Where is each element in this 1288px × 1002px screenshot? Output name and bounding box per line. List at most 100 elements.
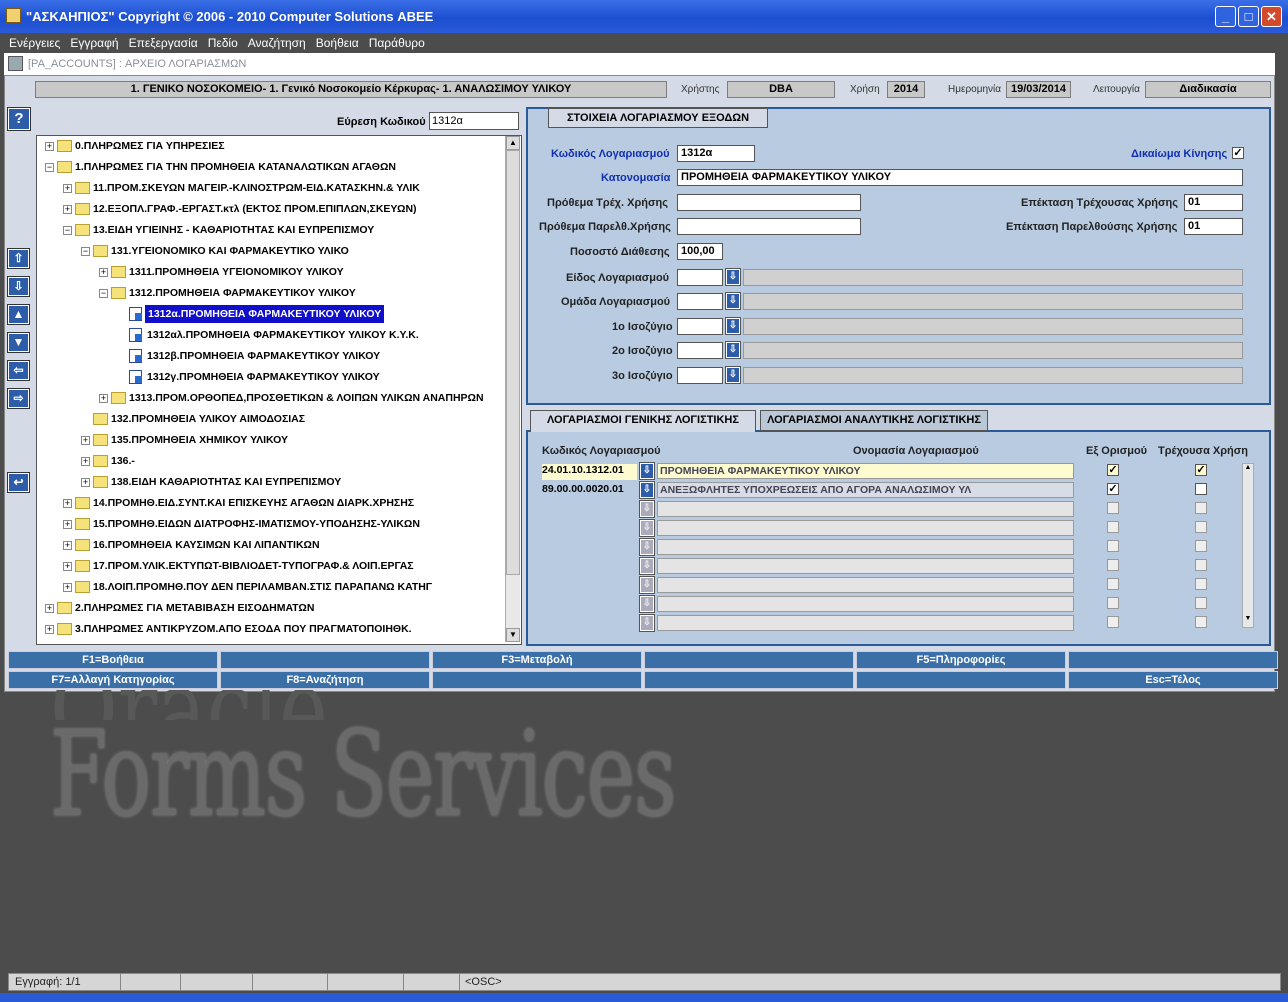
arrow-down-icon[interactable]: ⇩ (7, 276, 30, 297)
prefix-current-field[interactable] (677, 194, 861, 211)
tree-folder[interactable]: +17.ΠΡΟΜ.ΥΛΙΚ.ΕΚΤΥΠΩΤ-ΒΙΒΛΙΟΔΕΤ-ΤΥΠΟΓΡΑΦ… (37, 557, 505, 575)
expand-icon[interactable]: + (63, 184, 72, 193)
ext-current-field[interactable]: 01 (1184, 194, 1243, 211)
tree-folder[interactable]: +2.ΠΛΗΡΩΜΕΣ ΓΙΑ ΜΕΤΑΒΙΒΑΣΗ ΕΙΣΟΔΗΜΑΤΩΝ (37, 599, 505, 617)
tree-folder[interactable]: +18.ΛΟΙΠ.ΠΡΟΜΗΘ.ΠΟΥ ΔΕΝ ΠΕΡΙΛΑΜΒΑΝ.ΣΤΙΣ … (37, 578, 505, 596)
menu-window[interactable]: Παράθυρο (369, 36, 425, 50)
tree-leaf[interactable]: 1312αλ.ΠΡΟΜΗΘΕΙΑ ΦΑΡΜΑΚΕΥΤΙΚΟΥ ΥΛΙΚΟΥ Κ.… (37, 326, 505, 344)
acc-current-checkbox[interactable] (1195, 597, 1207, 609)
move-right-checkbox[interactable]: ✓ (1232, 147, 1244, 159)
expand-icon[interactable]: + (63, 499, 72, 508)
expand-icon[interactable]: + (63, 205, 72, 214)
acc-code-cell[interactable] (542, 559, 637, 575)
tab-general-accounts[interactable]: ΛΟΓΑΡΙΑΣΜΟΙ ΓΕΝΙΚΗΣ ΛΟΓΙΣΤΙΚΗΣ (530, 410, 756, 432)
accounts-scrollbar[interactable]: ▲ ▼ (1242, 463, 1254, 628)
menu-search[interactable]: Αναζήτηση (248, 36, 306, 50)
prev-record-icon[interactable]: ▲ (7, 304, 30, 325)
tree-folder[interactable]: +135.ΠΡΟΜΗΘΕΙΑ ΧΗΜΙΚΟΥ ΥΛΙΚΟΥ (37, 431, 505, 449)
collapse-icon[interactable]: − (81, 247, 90, 256)
balance3-field[interactable] (677, 367, 723, 384)
acc-code-cell[interactable] (542, 578, 637, 594)
account-type-field[interactable] (677, 269, 723, 286)
acc-name-cell[interactable] (657, 520, 1074, 536)
expand-icon[interactable]: + (81, 436, 90, 445)
arrow-up-icon[interactable]: ⇧ (7, 248, 30, 269)
expand-icon[interactable]: + (99, 268, 108, 277)
ext-previous-field[interactable]: 01 (1184, 218, 1243, 235)
balance1-field[interactable] (677, 318, 723, 335)
account-group-field[interactable] (677, 293, 723, 310)
tree-folder[interactable]: +138.ΕΙΔΗ ΚΑΘΑΡΙΟΤΗΤΑΣ ΚΑΙ ΕΥΠΡΕΠΙΣΜΟΥ (37, 473, 505, 491)
acc-code-cell[interactable] (542, 502, 637, 518)
balance1-lov-icon[interactable]: ⇩ (725, 317, 741, 335)
acc-lov-icon[interactable]: ⇩ (639, 462, 655, 480)
acc-name-cell[interactable] (657, 577, 1074, 593)
percent-field[interactable]: 100,00 (677, 243, 723, 260)
tree-leaf[interactable]: 1312β.ΠΡΟΜΗΘΕΙΑ ΦΑΡΜΑΚΕΥΤΙΚΟΥ ΥΛΙΚΟΥ (37, 347, 505, 365)
expand-icon[interactable]: + (63, 520, 72, 529)
code-field[interactable]: 1312α (677, 145, 755, 162)
fkey-1-3[interactable]: F3=Μεταβολή (432, 651, 642, 669)
tree-leaf[interactable]: 1312γ.ΠΡΟΜΗΘΕΙΑ ΦΑΡΜΑΚΕΥΤΙΚΟΥ ΥΛΙΚΟΥ (37, 368, 505, 386)
balance3-lov-icon[interactable]: ⇩ (725, 366, 741, 384)
help-icon[interactable]: ? (7, 107, 31, 131)
tree-folder[interactable]: +12.ΕΞΟΠΛ.ΓΡΑΦ.-ΕΡΓΑΣΤ.κτλ (ΕΚΤΟΣ ΠΡΟΜ.Ε… (37, 200, 505, 218)
acc-default-checkbox[interactable]: ✓ (1107, 464, 1119, 476)
acc-lov-icon[interactable]: ⇩ (639, 500, 655, 518)
tree-folder[interactable]: +136.- (37, 452, 505, 470)
acc-name-cell[interactable] (657, 558, 1074, 574)
prefix-previous-field[interactable] (677, 218, 861, 235)
balance2-lov-icon[interactable]: ⇩ (725, 341, 741, 359)
tree-folder[interactable]: +1311.ΠΡΟΜΗΘΕΙΑ ΥΓΕΙΟΝΟΜΙΚΟΥ ΥΛΙΚΟΥ (37, 263, 505, 281)
acc-name-cell[interactable] (657, 615, 1074, 631)
expand-icon[interactable]: + (99, 394, 108, 403)
acc-lov-icon[interactable]: ⇩ (639, 538, 655, 556)
tree-folder[interactable]: − 131.ΥΓΕΙΟΝΟΜΙΚΟ ΚΑΙ ΦΑΡΜΑΚΕΥΤΙΚΟ ΥΛΙΚΟ (37, 242, 505, 260)
acc-code-cell[interactable] (542, 616, 637, 632)
acc-name-cell[interactable] (657, 539, 1074, 555)
expand-icon[interactable]: + (45, 604, 54, 613)
menu-field[interactable]: Πεδίο (208, 36, 238, 50)
fkey-1-1[interactable]: F1=Βοήθεια (8, 651, 218, 669)
account-group-lov-icon[interactable]: ⇩ (725, 292, 741, 310)
acc-lov-icon[interactable]: ⇩ (639, 595, 655, 613)
tree-folder[interactable]: +1313.ΠΡΟΜ.ΟΡΘΟΠΕΔ,ΠΡΟΣΘΕΤΙΚΩΝ & ΛΟΙΠΩΝ … (37, 389, 505, 407)
tree-scroll-thumb[interactable] (506, 150, 520, 575)
tree-folder[interactable]: +0.ΠΛΗΡΩΜΕΣ ΓΙΑ ΥΠΗΡΕΣΙΕΣ (37, 137, 505, 155)
acc-default-checkbox[interactable] (1107, 597, 1119, 609)
acc-default-checkbox[interactable] (1107, 616, 1119, 628)
acc-name-cell[interactable]: ΠΡΟΜΗΘΕΙΑ ΦΑΡΜΑΚΕΥΤΙΚΟΥ ΥΛΙΚΟΥ (657, 463, 1074, 479)
acc-code-cell[interactable]: 89.00.00.0020.01 (542, 483, 637, 499)
arrow-left-icon[interactable]: ⇦ (7, 360, 30, 381)
search-input[interactable]: 1312α (429, 112, 519, 130)
tree-folder[interactable]: − 1312.ΠΡΟΜΗΘΕΙΑ ΦΑΡΜΑΚΕΥΤΙΚΟΥ ΥΛΙΚΟΥ (37, 284, 505, 302)
expand-icon[interactable]: + (63, 583, 72, 592)
acc-lov-icon[interactable]: ⇩ (639, 519, 655, 537)
menu-help[interactable]: Βοήθεια (316, 36, 359, 50)
name-field[interactable]: ΠΡΟΜΗΘΕΙΑ ΦΑΡΜΑΚΕΥΤΙΚΟΥ ΥΛΙΚΟΥ (677, 169, 1243, 186)
collapse-icon[interactable]: − (99, 289, 108, 298)
menu-edit[interactable]: Επεξεργασία (129, 36, 198, 50)
collapse-icon[interactable]: − (45, 163, 54, 172)
undo-icon[interactable]: ↩ (7, 472, 30, 493)
expand-icon[interactable]: + (81, 478, 90, 487)
expand-icon[interactable]: + (63, 541, 72, 550)
acc-name-cell[interactable] (657, 596, 1074, 612)
acc-code-cell[interactable] (542, 540, 637, 556)
next-record-icon[interactable]: ▼ (7, 332, 30, 353)
menu-record[interactable]: Εγγραφή (70, 36, 118, 50)
expand-icon[interactable]: + (63, 562, 72, 571)
maximize-button[interactable]: □ (1238, 6, 1259, 27)
scroll-up-icon[interactable]: ▲ (506, 136, 520, 150)
collapse-icon[interactable]: − (63, 226, 72, 235)
tree-folder[interactable]: +15.ΠΡΟΜΗΘ.ΕΙΔΩΝ ΔΙΑΤΡΟΦΗΣ-ΙΜΑΤΙΣΜΟΥ-ΥΠΟ… (37, 515, 505, 533)
acc-code-cell[interactable] (542, 597, 637, 613)
acc-scroll-down-icon[interactable]: ▼ (1243, 615, 1253, 627)
tab-account-details[interactable]: ΣΤΟΙΧΕΙΑ ΛΟΓΑΡΙΑΣΜΟΥ ΕΞΟΔΩΝ (548, 108, 768, 128)
expand-icon[interactable]: + (45, 625, 54, 634)
acc-lov-icon[interactable]: ⇩ (639, 557, 655, 575)
acc-default-checkbox[interactable] (1107, 502, 1119, 514)
acc-lov-icon[interactable]: ⇩ (639, 614, 655, 632)
acc-current-checkbox[interactable] (1195, 578, 1207, 590)
acc-current-checkbox[interactable] (1195, 502, 1207, 514)
